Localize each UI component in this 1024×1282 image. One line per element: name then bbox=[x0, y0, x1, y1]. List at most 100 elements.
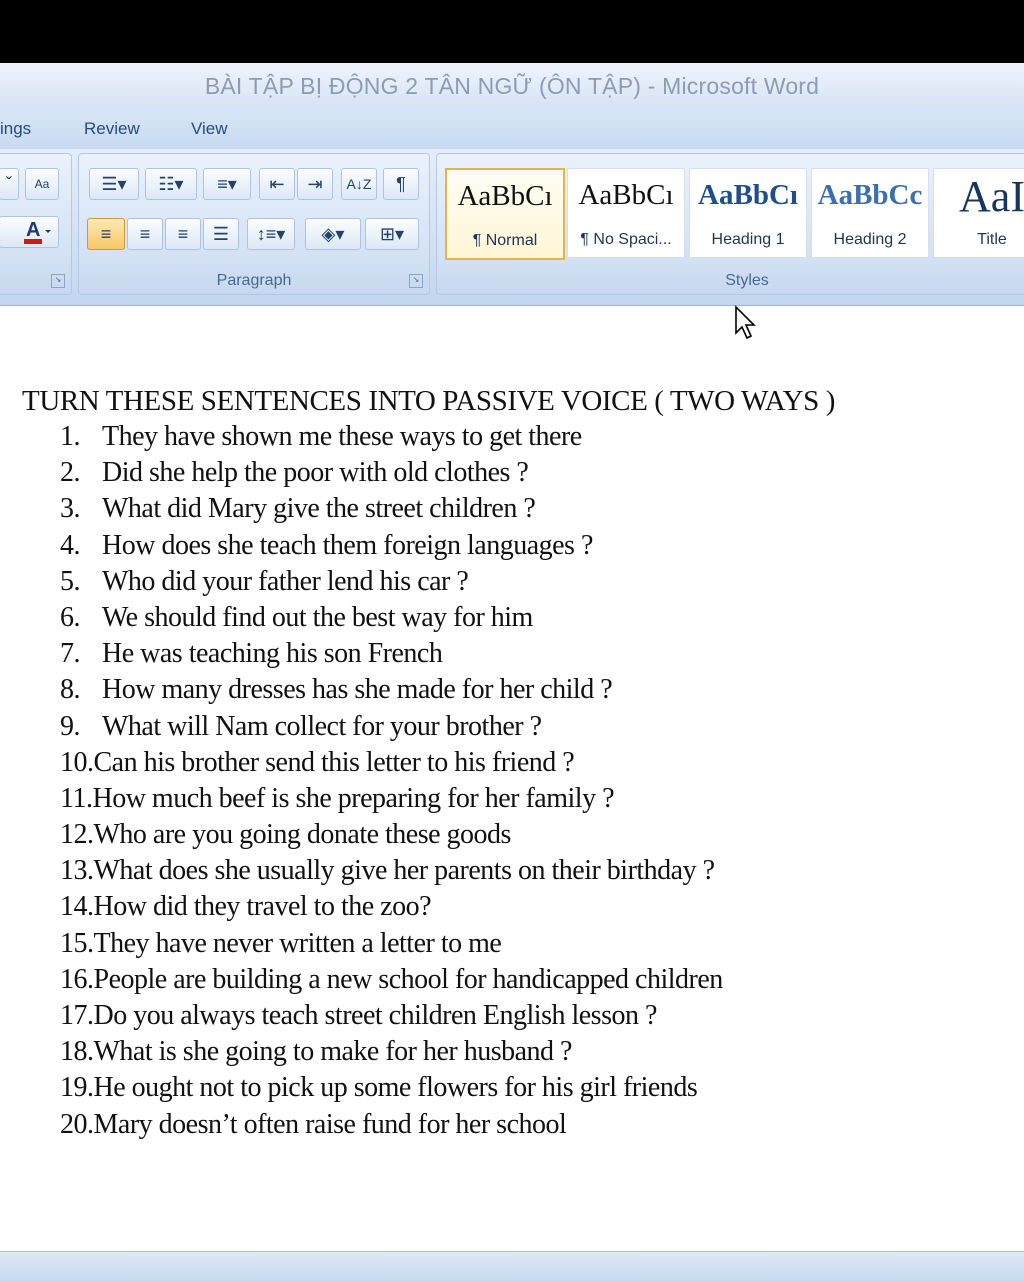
list-item-number: 8. bbox=[60, 674, 81, 706]
list-item: 14.How did they travel to the zoo? bbox=[60, 891, 723, 927]
window-title: BÀI TẬP BỊ ĐỘNG 2 TÂN NGỮ (ÔN TẬP) - Mic… bbox=[204, 73, 820, 99]
list-item-number: 10. bbox=[60, 746, 94, 778]
style-name: Heading 1 bbox=[711, 231, 785, 248]
list-item-text: He was teaching his son French bbox=[102, 638, 443, 670]
style-name: ¶ No Spaci... bbox=[580, 231, 672, 248]
style-sample: AaBbCı bbox=[698, 179, 798, 211]
font-color-icon: A bbox=[24, 219, 51, 244]
list-item-number: 7. bbox=[60, 638, 81, 670]
font-color-button[interactable]: A bbox=[0, 216, 59, 248]
grow-font-button[interactable]: ˇ bbox=[0, 168, 19, 200]
numbering-button[interactable]: ☷▾ bbox=[145, 168, 197, 200]
paragraph-dialog-launcher[interactable]: ↘ bbox=[409, 274, 423, 288]
list-item: 1. They have shown me these ways to get t… bbox=[60, 421, 723, 457]
status-bar bbox=[0, 1251, 1024, 1282]
increase-indent-button[interactable]: ⇥ bbox=[297, 168, 333, 200]
list-item: 17.Do you always teach street children E… bbox=[60, 1000, 723, 1036]
list-item-number: 16. bbox=[60, 963, 94, 995]
font-dialog-launcher[interactable]: ↘ bbox=[51, 274, 65, 288]
list-item-text: Who did your father lend his car ? bbox=[102, 565, 469, 597]
sort-icon: A↓Z bbox=[346, 176, 372, 192]
paragraph-group: ☰▾ ☷▾ ≡▾ ⇤ ⇥ A↓Z ¶ ≡ ≡ ≡ ☰ ↕≡▾ ◈▾ ⊞▾ Par… bbox=[78, 153, 430, 295]
tab-view[interactable]: View bbox=[191, 119, 228, 139]
title-bar: BÀI TẬP BỊ ĐỘNG 2 TÂN NGỮ (ÔN TẬP) - Mic… bbox=[0, 63, 1024, 109]
list-item-text: They have shown me these ways to get the… bbox=[102, 421, 582, 452]
list-item-text: What will Nam collect for your brother ? bbox=[102, 710, 542, 742]
paragraph-group-label: Paragraph bbox=[216, 272, 292, 289]
shading-icon: ◈▾ bbox=[321, 223, 345, 244]
list-item-text: What is she going to make for her husban… bbox=[93, 1036, 573, 1068]
style-sample: AaBbCı bbox=[457, 180, 553, 212]
bullets-button[interactable]: ☰▾ bbox=[89, 168, 139, 200]
shading-button[interactable]: ◈▾ bbox=[305, 218, 361, 250]
style-heading-2[interactable]: AaBbCc Heading 2 bbox=[811, 168, 929, 258]
list-item-number: 20. bbox=[60, 1108, 94, 1140]
line-spacing-button[interactable]: ↕≡▾ bbox=[247, 218, 295, 250]
list-item-text: How did they travel to the zoo? bbox=[93, 891, 432, 923]
style-sample: AaBbCı bbox=[578, 179, 674, 211]
list-item-number: 18. bbox=[60, 1036, 94, 1068]
align-center-button[interactable]: ≡ bbox=[127, 218, 163, 250]
styles-group-label: Styles bbox=[437, 272, 1024, 290]
list-item-text: How many dresses has she made for her ch… bbox=[102, 674, 613, 706]
borders-icon: ⊞▾ bbox=[379, 223, 405, 244]
exercise-list: 1. They have shown me these ways to get t… bbox=[60, 421, 723, 1145]
increase-indent-icon: ⇥ bbox=[307, 173, 323, 194]
style-sample: AaBbCc bbox=[817, 179, 923, 211]
list-item-text: He ought not to pick up some flowers for… bbox=[93, 1072, 698, 1104]
word-window: BÀI TẬP BỊ ĐỘNG 2 TÂN NGỮ (ÔN TẬP) - Mic… bbox=[0, 63, 1024, 1282]
list-item-text: We should find out the best way for him bbox=[102, 601, 533, 633]
multilevel-list-button[interactable]: ≡▾ bbox=[203, 168, 251, 200]
list-item-text: People are building a new school for han… bbox=[93, 963, 724, 995]
list-item-number: 5. bbox=[60, 565, 81, 597]
document-page[interactable]: TURN THESE SENTENCES INTO PASSIVE VOICE … bbox=[0, 311, 1024, 1251]
tab-review[interactable]: Review bbox=[84, 119, 140, 139]
align-left-button[interactable]: ≡ bbox=[87, 218, 125, 250]
list-item-number: 1. bbox=[60, 421, 81, 452]
list-item: 15.They have never written a letter to m… bbox=[60, 928, 723, 964]
style-sample: AaI bbox=[959, 172, 1024, 221]
style-title[interactable]: AaI Title bbox=[933, 168, 1024, 258]
list-item-text: What does she usually give her parents o… bbox=[93, 855, 716, 887]
list-item-number: 14. bbox=[60, 891, 94, 923]
list-item-text: Can his brother send this letter to his … bbox=[93, 746, 575, 778]
list-item-number: 17. bbox=[60, 1000, 94, 1031]
ribbon-tabs: ings Review View bbox=[0, 109, 1024, 149]
font-group: ˇ Aa A ↘ bbox=[0, 153, 72, 295]
style-heading-1[interactable]: AaBbCı Heading 1 bbox=[689, 168, 807, 258]
justify-button[interactable]: ☰ bbox=[203, 218, 239, 250]
list-item-text: Did she help the poor with old clothes ? bbox=[102, 457, 529, 489]
list-item: 10.Can his brother send this letter to h… bbox=[60, 747, 723, 783]
list-item: 13.What does she usually give her parent… bbox=[60, 855, 723, 891]
list-item: 11.How much beef is she preparing for he… bbox=[60, 783, 723, 819]
align-center-icon: ≡ bbox=[139, 223, 151, 244]
list-item-number: 11. bbox=[60, 782, 93, 814]
align-right-button[interactable]: ≡ bbox=[165, 218, 201, 250]
decrease-indent-button[interactable]: ⇤ bbox=[259, 168, 295, 200]
show-formatting-button[interactable]: ¶ bbox=[383, 168, 419, 200]
style-no-spacing[interactable]: AaBbCı ¶ No Spaci... bbox=[567, 168, 685, 258]
list-item-number: 6. bbox=[60, 601, 81, 633]
ribbon: ˇ Aa A ↘ ☰▾ ☷▾ ≡▾ ⇤ ⇥ A↓Z ¶ ≡ ≡ ≡ ☰ ↕≡▾ … bbox=[0, 149, 1024, 306]
style-normal[interactable]: AaBbCı ¶ Normal bbox=[445, 168, 565, 260]
align-left-icon: ≡ bbox=[100, 223, 112, 244]
style-name: Heading 2 bbox=[833, 231, 907, 248]
align-right-icon: ≡ bbox=[177, 223, 189, 244]
mouse-pointer-icon bbox=[735, 305, 756, 340]
list-item-number: 9. bbox=[60, 710, 81, 742]
styles-group: AaBbCı ¶ Normal AaBbCı ¶ No Spaci... AaB… bbox=[436, 153, 1024, 295]
change-case-button[interactable]: Aa bbox=[25, 168, 59, 200]
decrease-indent-icon: ⇤ bbox=[269, 173, 285, 194]
list-item: 5. Who did your father lend his car ? bbox=[60, 566, 723, 602]
list-item: 20.Mary doesn’t often raise fund for her… bbox=[60, 1109, 723, 1145]
list-item-text: How much beef is she preparing for her f… bbox=[92, 782, 614, 814]
list-item-text: How does she teach them foreign language… bbox=[102, 529, 593, 561]
list-item-text: Do you always teach street children Engl… bbox=[93, 1000, 658, 1031]
tab-mailings[interactable]: ings bbox=[0, 119, 31, 139]
list-item-number: 4. bbox=[60, 529, 81, 561]
list-item-number: 2. bbox=[60, 457, 81, 489]
sort-button[interactable]: A↓Z bbox=[341, 168, 377, 200]
list-item: 3. What did Mary give the street children… bbox=[60, 493, 723, 529]
borders-button[interactable]: ⊞▾ bbox=[365, 218, 419, 250]
list-item: 7. He was teaching his son French bbox=[60, 638, 723, 674]
